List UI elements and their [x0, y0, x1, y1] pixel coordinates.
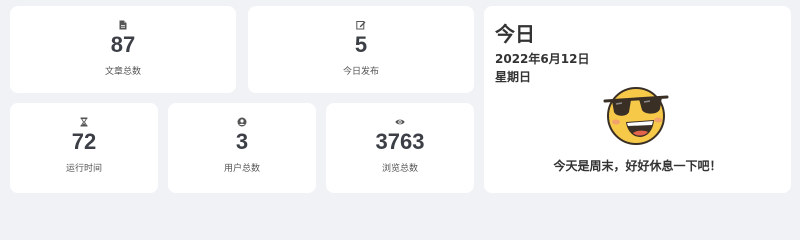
today-weekday: 星期日 [495, 70, 532, 84]
weekend-message: 今天是周末，好好休息一下吧！ [553, 159, 722, 173]
stat-card-views: 3763 浏览总数 [326, 103, 474, 193]
stat-label: 浏览总数 [381, 164, 418, 174]
document-icon [118, 20, 128, 30]
eye-icon [395, 117, 405, 127]
edit-icon [356, 20, 366, 30]
stat-value: 3763 [375, 129, 425, 154]
user-icon [237, 117, 247, 127]
stat-card-users: 3 用户总数 [168, 103, 316, 193]
today-card: 今日 2022年6月12日 星期日 今天是周末，好好休息一下吧！ [484, 6, 791, 193]
stat-value: 87 [110, 32, 136, 57]
stat-card-articles: 87 文章总数 [10, 6, 236, 93]
sunglasses-face-icon [602, 84, 670, 146]
stat-label: 文章总数 [104, 67, 141, 77]
stat-value: 72 [71, 129, 97, 154]
hourglass-icon [79, 117, 89, 127]
today-title: 今日 [495, 22, 535, 46]
stat-label: 运行时间 [65, 164, 102, 174]
stat-value: 3 [235, 129, 249, 154]
stat-value: 5 [354, 32, 368, 57]
today-date: 2022年6月12日 [495, 52, 590, 66]
stat-label: 今日发布 [342, 67, 379, 77]
stat-card-today-published: 5 今日发布 [248, 6, 474, 93]
stat-label: 用户总数 [223, 164, 260, 174]
stat-card-uptime: 72 运行时间 [10, 103, 158, 193]
